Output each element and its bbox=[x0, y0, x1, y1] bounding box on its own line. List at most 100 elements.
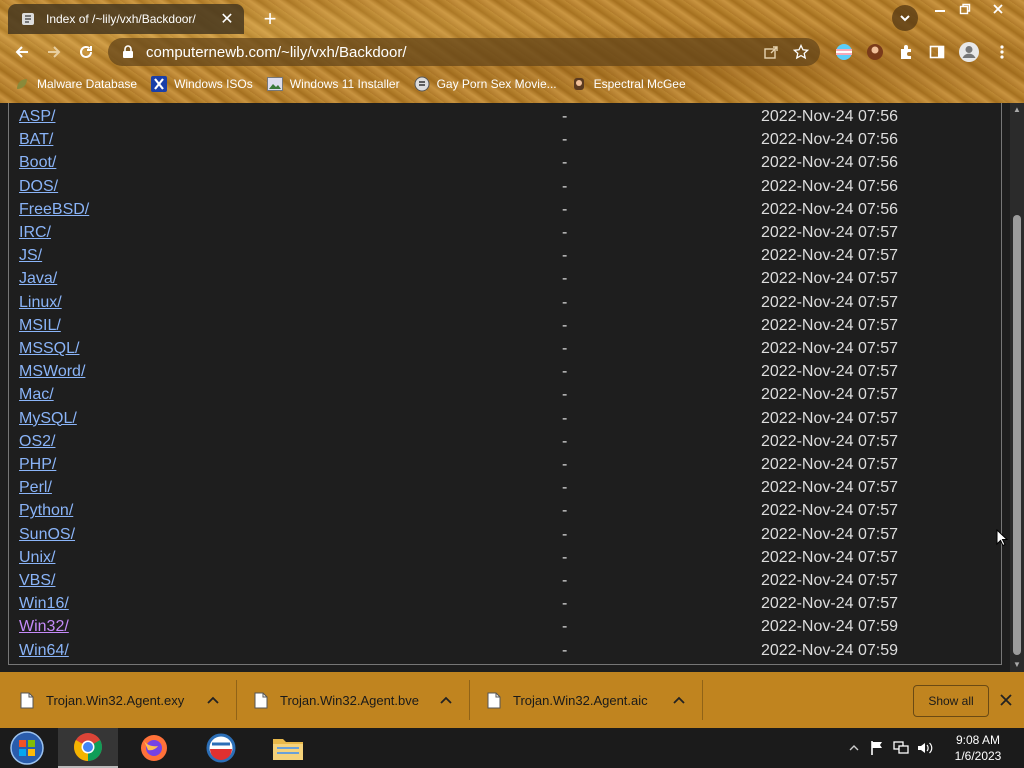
download-filename: Trojan.Win32.Agent.aic bbox=[513, 692, 648, 708]
chevron-up-icon[interactable] bbox=[436, 690, 456, 710]
directory-link[interactable]: Perl/ bbox=[19, 476, 52, 499]
listing-row: Boot/ - 2022-Nov-24 07:56 bbox=[9, 151, 1001, 174]
directory-link[interactable]: Mac/ bbox=[19, 383, 54, 406]
directory-link[interactable]: Java/ bbox=[19, 267, 57, 290]
bookmark-windows-11-installer[interactable]: Windows 11 Installer bbox=[266, 76, 400, 92]
divider bbox=[469, 680, 470, 720]
size-cell: - bbox=[562, 247, 568, 265]
show-hidden-icons-chevron-icon[interactable] bbox=[845, 738, 863, 758]
directory-link[interactable]: MySQL/ bbox=[19, 407, 77, 430]
directory-listing: ASP/ - 2022-Nov-24 07:56 BAT/ - 2022-Nov-24 0… bbox=[8, 103, 1002, 665]
bookmark-star-icon[interactable] bbox=[790, 41, 812, 63]
size-cell: - bbox=[562, 386, 568, 404]
size-cell: - bbox=[562, 363, 568, 381]
directory-link[interactable]: OS2/ bbox=[19, 430, 55, 453]
download-item[interactable]: Trojan.Win32.Agent.exy bbox=[20, 672, 184, 728]
tab-search-button[interactable] bbox=[892, 5, 918, 31]
start-orb-icon bbox=[10, 731, 44, 765]
directory-link[interactable]: JS/ bbox=[19, 244, 42, 267]
directory-link[interactable]: FreeBSD/ bbox=[19, 198, 89, 221]
bookmark-label: Malware Database bbox=[37, 77, 138, 91]
download-item[interactable]: Trojan.Win32.Agent.aic bbox=[487, 672, 648, 728]
scroll-down-icon[interactable]: ▼ bbox=[1012, 660, 1022, 670]
directory-link[interactable]: BAT/ bbox=[19, 128, 53, 151]
show-all-button[interactable]: Show all bbox=[913, 685, 989, 717]
bookmark-espectral-mcgee[interactable]: Espectral McGee bbox=[571, 76, 686, 92]
listing-row: VBS/ - 2022-Nov-24 07:57 bbox=[9, 569, 1001, 592]
menu-kebab-icon[interactable] bbox=[990, 40, 1014, 64]
modified-date-cell: 2022-Nov-24 07:56 bbox=[761, 177, 898, 195]
directory-link[interactable]: Linux/ bbox=[19, 291, 62, 314]
profile-avatar-icon[interactable] bbox=[957, 40, 981, 64]
divider bbox=[236, 680, 237, 720]
address-bar[interactable]: computernewb.com/~lily/vxh/Backdoor/ bbox=[108, 38, 820, 66]
directory-link[interactable]: DOS/ bbox=[19, 175, 58, 198]
bookmark-windows-isos[interactable]: Windows ISOs bbox=[151, 76, 253, 92]
close-window-button[interactable] bbox=[983, 0, 1013, 18]
directory-link[interactable]: MSIL/ bbox=[19, 314, 61, 337]
side-panel-icon[interactable] bbox=[925, 40, 949, 64]
scrollbar-thumb[interactable] bbox=[1013, 215, 1021, 655]
directory-link[interactable]: Win32/ bbox=[19, 615, 69, 638]
listing-row: MySQL/ - 2022-Nov-24 07:57 bbox=[9, 407, 1001, 430]
chevron-up-icon[interactable] bbox=[203, 690, 223, 710]
directory-link[interactable]: IRC/ bbox=[19, 221, 51, 244]
opera-icon bbox=[206, 733, 236, 763]
volume-icon[interactable] bbox=[916, 738, 934, 758]
taskbar-chrome[interactable] bbox=[58, 728, 118, 768]
extension-avatar-icon[interactable] bbox=[863, 40, 887, 64]
new-tab-icon[interactable]: + bbox=[259, 6, 281, 32]
directory-link[interactable]: VBS/ bbox=[19, 569, 55, 592]
forward-button[interactable] bbox=[40, 39, 68, 65]
modified-date-cell: 2022-Nov-24 07:57 bbox=[761, 525, 898, 543]
directory-link[interactable]: Python/ bbox=[19, 499, 73, 522]
vertical-scrollbar[interactable]: ▲ ▼ bbox=[1010, 103, 1024, 672]
taskbar-firefox[interactable] bbox=[124, 728, 184, 768]
chevron-down-icon bbox=[900, 15, 910, 22]
page-content: ASP/ - 2022-Nov-24 07:56 BAT/ - 2022-Nov-24 0… bbox=[0, 103, 1010, 672]
directory-link[interactable]: SunOS/ bbox=[19, 523, 75, 546]
network-icon[interactable] bbox=[892, 738, 910, 758]
directory-link[interactable]: ASP/ bbox=[19, 105, 55, 128]
size-cell: - bbox=[562, 641, 568, 659]
extensions-puzzle-icon[interactable] bbox=[894, 40, 918, 64]
bookmark-label: Windows 11 Installer bbox=[289, 77, 400, 91]
listing-row: ASP/ - 2022-Nov-24 07:56 bbox=[9, 105, 1001, 128]
scroll-up-icon[interactable]: ▲ bbox=[1012, 105, 1022, 115]
back-button[interactable] bbox=[8, 39, 36, 65]
file-icon bbox=[487, 692, 501, 708]
directory-link[interactable]: Win64/ bbox=[19, 639, 69, 662]
listing-row: OS2/ - 2022-Nov-24 07:57 bbox=[9, 430, 1001, 453]
extension-flag-icon[interactable] bbox=[832, 40, 856, 64]
url-text: computernewb.com/~lily/vxh/Backdoor/ bbox=[146, 43, 407, 61]
restore-button[interactable] bbox=[950, 0, 980, 18]
directory-link[interactable]: MSSQL/ bbox=[19, 337, 79, 360]
bookmark-malware-database[interactable]: Malware Database bbox=[14, 76, 137, 92]
size-cell: - bbox=[562, 270, 568, 288]
system-clock[interactable]: 9:08 AM 1/6/2023 bbox=[940, 732, 1016, 764]
download-item[interactable]: Trojan.Win32.Agent.bve bbox=[254, 672, 419, 728]
restore-icon bbox=[959, 3, 971, 15]
download-filename: Trojan.Win32.Agent.exy bbox=[46, 692, 185, 708]
taskbar-opera[interactable] bbox=[191, 728, 251, 768]
directory-link[interactable]: Win16/ bbox=[19, 592, 69, 615]
modified-date-cell: 2022-Nov-24 07:56 bbox=[761, 154, 898, 172]
directory-link[interactable]: Unix/ bbox=[19, 546, 55, 569]
tab-close-icon[interactable]: ✕ bbox=[216, 9, 238, 29]
action-center-flag-icon[interactable] bbox=[868, 738, 886, 758]
close-icon[interactable] bbox=[996, 690, 1016, 710]
directory-link[interactable]: PHP/ bbox=[19, 453, 56, 476]
directory-link[interactable]: MSWord/ bbox=[19, 360, 85, 383]
size-cell: - bbox=[562, 479, 568, 497]
listing-row: Mac/ - 2022-Nov-24 07:57 bbox=[9, 383, 1001, 406]
start-button[interactable] bbox=[0, 728, 54, 768]
share-icon[interactable] bbox=[760, 41, 782, 63]
taskbar-file-explorer[interactable] bbox=[258, 728, 318, 768]
directory-link[interactable]: Boot/ bbox=[19, 151, 56, 174]
browser-tab[interactable]: Index of /~lily/vxh/Backdoor/ ✕ bbox=[8, 4, 244, 34]
chevron-up-icon[interactable] bbox=[669, 690, 689, 710]
reload-button[interactable] bbox=[72, 39, 100, 65]
arrow-right-icon bbox=[48, 46, 61, 58]
listing-row: Linux/ - 2022-Nov-24 07:57 bbox=[9, 291, 1001, 314]
bookmark-gay-porn[interactable]: Gay Porn Sex Movie... bbox=[414, 76, 557, 92]
